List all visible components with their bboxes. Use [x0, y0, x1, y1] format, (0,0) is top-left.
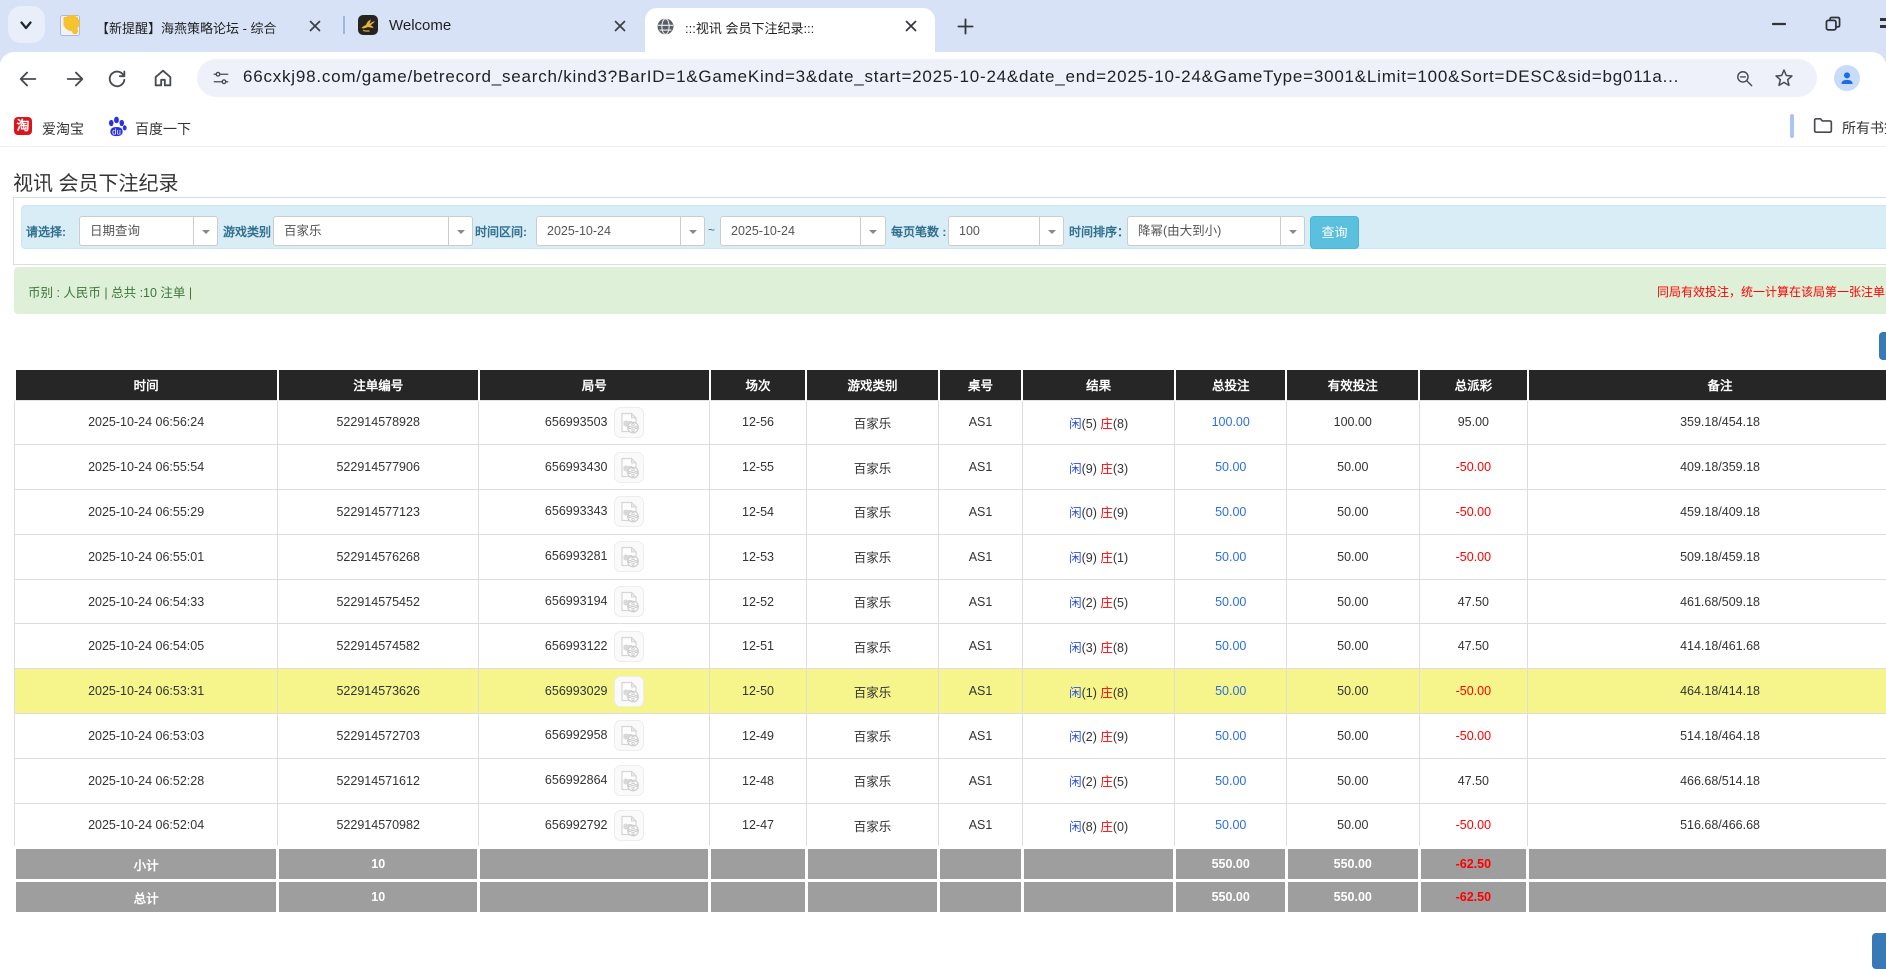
svg-text:du: du: [112, 127, 121, 136]
